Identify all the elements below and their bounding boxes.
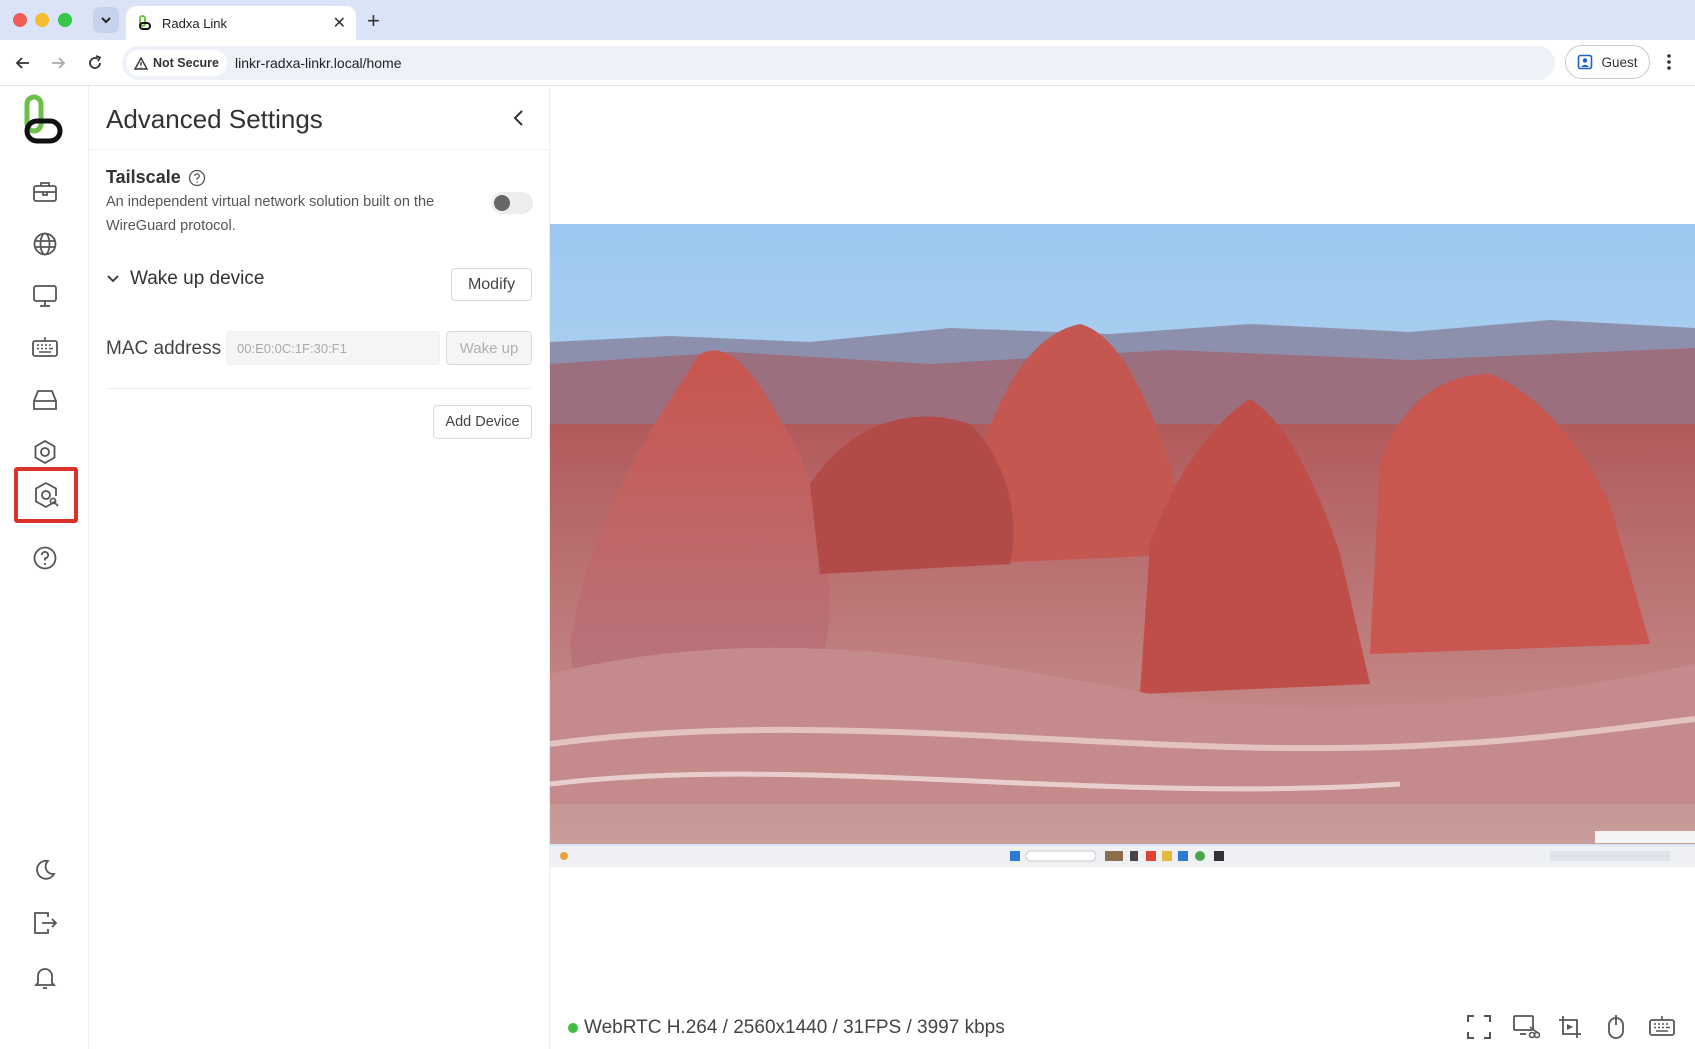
desktop-wallpaper-image xyxy=(550,224,1695,867)
reload-icon[interactable] xyxy=(85,53,105,73)
toolbox-icon[interactable] xyxy=(28,175,62,209)
radxa-favicon-icon xyxy=(139,15,151,30)
modify-button[interactable]: Modify xyxy=(451,268,532,301)
zoom-window-button[interactable] xyxy=(58,13,72,27)
tailscale-toggle[interactable] xyxy=(491,192,533,214)
panel-title: Advanced Settings xyxy=(106,104,323,134)
warning-icon xyxy=(134,56,148,70)
stream-status: WebRTC H.264 / 2560x1440 / 31FPS / 3997 … xyxy=(568,1017,1005,1039)
security-label: Not Secure xyxy=(153,56,219,70)
panel-header: Advanced Settings xyxy=(89,86,550,150)
collapse-panel-icon[interactable] xyxy=(511,108,525,128)
tab-search-button[interactable] xyxy=(93,7,119,33)
forward-icon[interactable] xyxy=(48,53,68,73)
monitor-icon[interactable] xyxy=(28,279,62,313)
settings-icon[interactable] xyxy=(28,435,62,469)
status-indicator xyxy=(568,1023,578,1033)
advanced-settings-icon[interactable] xyxy=(14,467,78,523)
new-tab-button[interactable]: + xyxy=(367,8,380,34)
close-tab-icon[interactable]: ✕ xyxy=(333,13,346,33)
drive-icon[interactable] xyxy=(28,383,62,417)
browser-tab-bar: Radxa Link ✕ + xyxy=(0,0,1695,40)
browser-tab[interactable]: Radxa Link ✕ xyxy=(126,6,356,40)
divider xyxy=(106,388,532,389)
mac-address-field[interactable]: 00:E0:0C:1F:30:F1 xyxy=(226,331,440,365)
stream-status-text: WebRTC H.264 / 2560x1440 / 31FPS / 3997 … xyxy=(584,1017,1005,1038)
fullscreen-icon[interactable] xyxy=(1464,1012,1494,1042)
screenshot-icon[interactable] xyxy=(1511,1012,1541,1042)
radxa-logo-icon xyxy=(24,94,63,144)
info-help-icon[interactable] xyxy=(188,169,206,187)
globe-icon[interactable] xyxy=(28,227,62,261)
profile-icon xyxy=(1578,54,1593,70)
add-device-button[interactable]: Add Device xyxy=(433,405,532,439)
help-icon[interactable] xyxy=(28,541,62,575)
wake-section-header[interactable]: Wake up device xyxy=(106,268,264,290)
tailscale-description: An independent virtual network solution … xyxy=(106,194,435,234)
address-bar[interactable]: Not Secure linkr-radxa-linkr.local/home xyxy=(122,46,1555,80)
wake-section-title: Wake up device xyxy=(130,268,265,289)
keyboard-icon[interactable] xyxy=(1647,1012,1677,1042)
back-icon[interactable] xyxy=(13,53,33,73)
security-chip[interactable]: Not Secure xyxy=(126,50,227,76)
wake-up-button[interactable]: Wake up xyxy=(446,331,532,365)
app-root: Advanced Settings Tailscale An independe… xyxy=(0,86,1695,1049)
remote-desktop-screen[interactable] xyxy=(550,224,1695,867)
minimize-window-button[interactable] xyxy=(35,13,49,27)
profile-label: Guest xyxy=(1601,54,1638,70)
tailscale-title: Tailscale xyxy=(106,167,206,188)
mac-address-label: MAC address xyxy=(106,338,222,359)
dark-mode-icon[interactable] xyxy=(28,853,62,887)
profile-button[interactable]: Guest xyxy=(1565,45,1650,79)
logout-icon[interactable] xyxy=(28,906,62,940)
url-text[interactable]: linkr-radxa-linkr.local/home xyxy=(235,55,402,71)
record-icon[interactable] xyxy=(1555,1012,1585,1042)
mouse-icon[interactable] xyxy=(1601,1012,1631,1042)
browser-toolbar: Not Secure linkr-radxa-linkr.local/home … xyxy=(0,40,1695,86)
bell-icon[interactable] xyxy=(28,961,62,995)
remote-viewer: WebRTC H.264 / 2560x1440 / 31FPS / 3997 … xyxy=(550,86,1695,1049)
tailscale-label: Tailscale xyxy=(106,167,181,187)
tab-title: Radxa Link xyxy=(162,15,228,31)
chevron-down-icon xyxy=(107,275,119,283)
more-options-icon[interactable] xyxy=(1666,52,1672,72)
keyboard-icon[interactable] xyxy=(28,331,62,365)
close-window-button[interactable] xyxy=(13,13,27,27)
advanced-settings-panel: Advanced Settings Tailscale An independe… xyxy=(89,86,550,1049)
chevron-down-icon xyxy=(101,17,111,24)
sidebar xyxy=(0,86,89,1049)
